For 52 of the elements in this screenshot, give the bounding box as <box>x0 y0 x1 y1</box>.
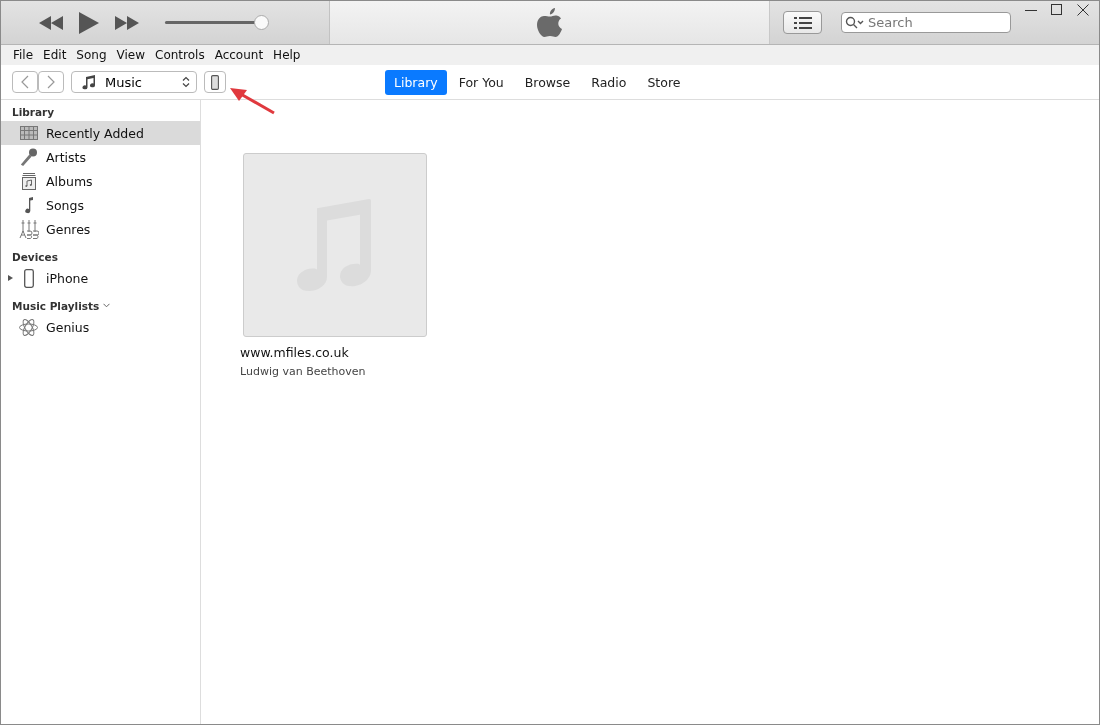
chevron-right-icon <box>47 75 55 89</box>
menu-item[interactable]: Controls <box>150 48 210 62</box>
guitars-icon <box>18 219 39 239</box>
list-icon <box>793 16 812 29</box>
search-field[interactable]: Search <box>841 12 1011 33</box>
menu-item[interactable]: View <box>111 48 150 62</box>
section-heading: Devices <box>12 250 58 263</box>
up-down-chevron-icon <box>182 76 190 88</box>
menu-item[interactable]: Account <box>209 48 269 62</box>
album-icon <box>21 172 36 190</box>
sidebar-item[interactable]: Genres <box>1 217 200 241</box>
tab[interactable]: Radio <box>582 69 636 95</box>
device-button[interactable] <box>204 71 226 93</box>
fast-forward-icon[interactable] <box>115 15 139 30</box>
sidebar-item[interactable]: Genius <box>1 315 200 339</box>
volume-slider[interactable] <box>163 14 269 31</box>
maximize-icon[interactable] <box>1051 4 1063 16</box>
menu-item[interactable]: Edit <box>38 48 72 62</box>
sidebar-item[interactable]: iPhone <box>1 266 200 290</box>
menu-item[interactable]: File <box>8 48 39 62</box>
menu-item[interactable]: Help <box>268 48 306 62</box>
sidebar-item[interactable]: Artists <box>1 145 200 169</box>
atom-icon <box>19 317 38 337</box>
menu-item[interactable]: Song <box>71 48 112 62</box>
sidebar-item[interactable]: Songs <box>1 193 200 217</box>
apple-logo-icon <box>536 7 563 38</box>
play-icon[interactable] <box>79 11 99 34</box>
close-icon[interactable] <box>1077 4 1089 16</box>
music-note-icon <box>81 74 97 90</box>
list-view-button[interactable] <box>783 11 822 34</box>
section-heading: Library <box>12 105 55 118</box>
media-picker[interactable]: Music <box>71 71 197 93</box>
tab[interactable]: For You <box>449 69 513 95</box>
sidebar-item[interactable]: Recently Added <box>1 121 200 145</box>
search-icon[interactable] <box>845 16 865 30</box>
music-note-icon <box>23 196 34 214</box>
microphone-icon <box>19 148 38 166</box>
album-title[interactable]: www.mfiles.co.uk <box>240 345 349 360</box>
phone-icon <box>23 268 34 288</box>
pointer-arrow <box>227 87 277 117</box>
section-heading[interactable]: Music Playlists <box>12 299 100 312</box>
tab[interactable]: Library <box>385 69 447 95</box>
rewind-icon[interactable] <box>39 15 63 30</box>
phone-icon <box>211 74 219 90</box>
sidebar-item[interactable]: Albums <box>1 169 200 193</box>
album-artist[interactable]: Ludwig van Beethoven <box>240 365 366 378</box>
tab[interactable]: Browse <box>515 69 580 95</box>
chevron-left-icon <box>21 75 29 89</box>
grid-icon <box>19 126 38 140</box>
tab[interactable]: Store <box>638 69 690 95</box>
triangle-right-icon[interactable] <box>8 275 13 281</box>
chevron-down-icon[interactable] <box>103 303 111 308</box>
